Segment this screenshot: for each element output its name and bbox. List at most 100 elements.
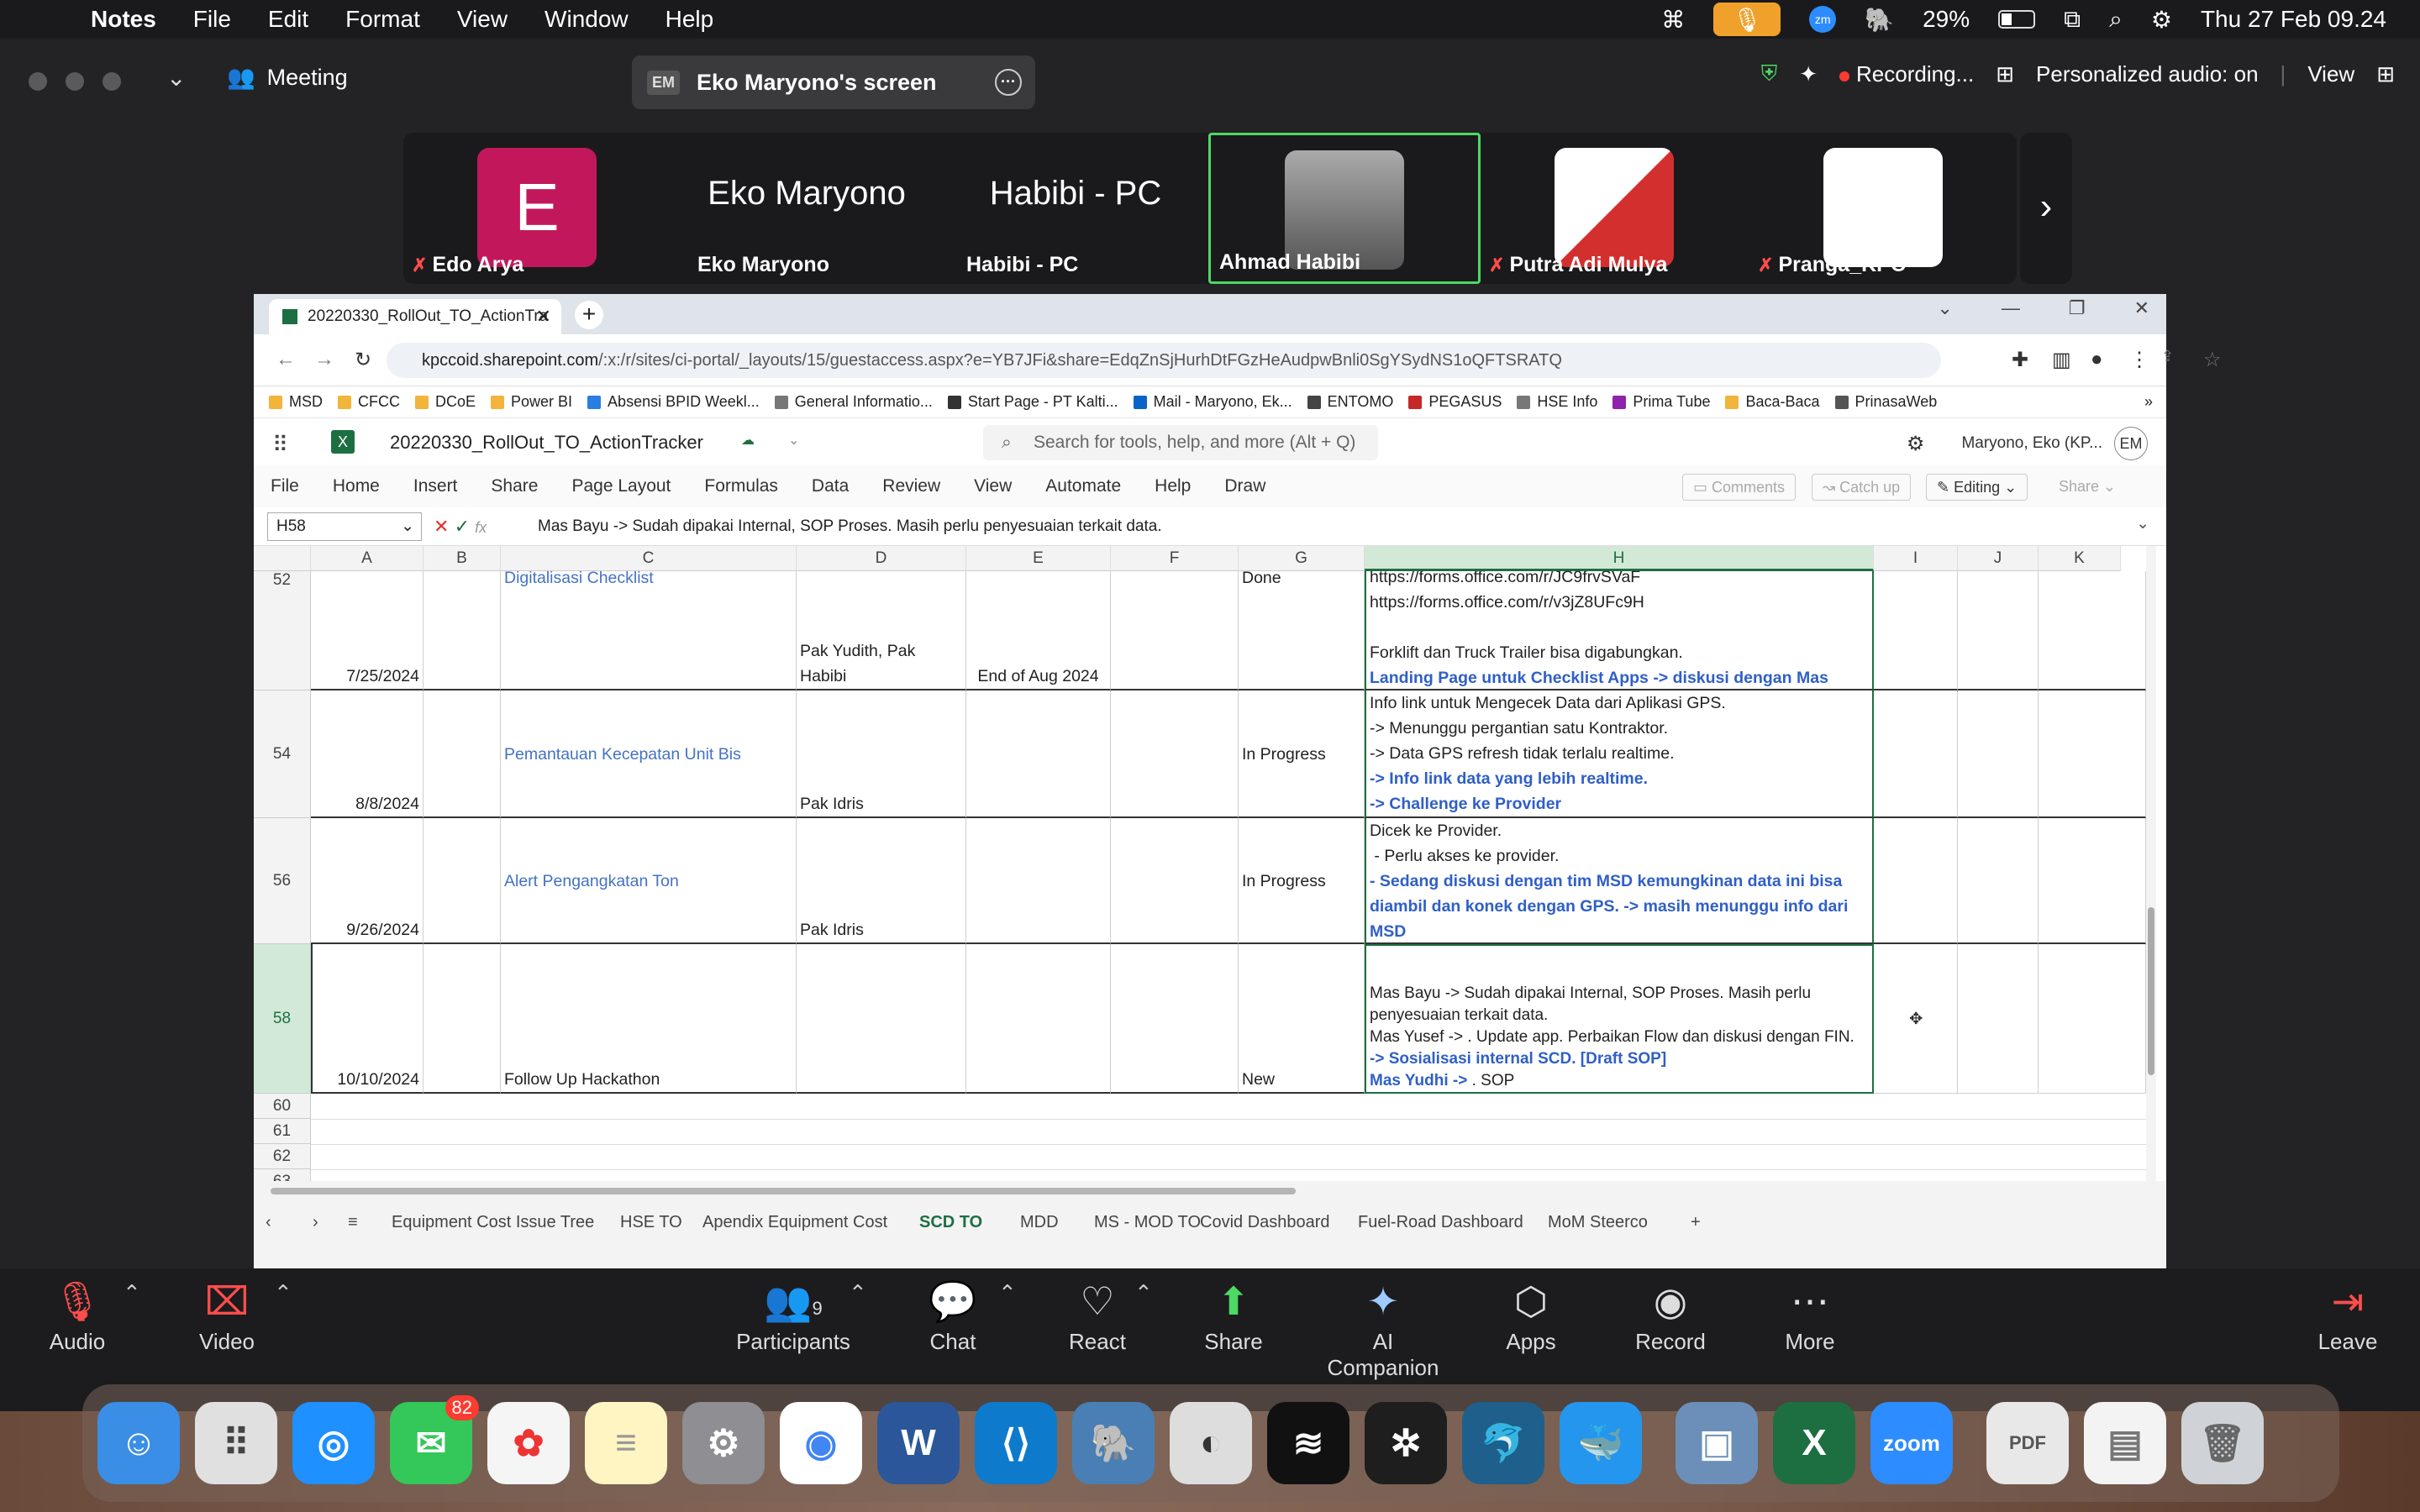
cell-notes[interactable]: https://forms.office.com/r/JC9frvSVaF ht… (1365, 571, 1874, 690)
close-window-button[interactable] (29, 72, 47, 91)
postgres-icon[interactable]: 🐘 (1072, 1402, 1155, 1484)
cell[interactable] (424, 944, 501, 1094)
cell-target[interactable] (966, 944, 1111, 1094)
search-input[interactable]: ⌕ Search for tools, help, and more (Alt +… (983, 425, 1378, 460)
vertical-scrollbar[interactable] (2146, 546, 2156, 1181)
cell[interactable] (1958, 818, 2039, 944)
share-button[interactable]: Share ⌄ (2049, 474, 2126, 501)
participant-tile[interactable]: ✗ Pranga_KPC (1749, 133, 2018, 284)
record-button[interactable]: ◉ Record (1603, 1268, 1738, 1355)
excel-icon[interactable]: X (1773, 1402, 1855, 1484)
restore-icon[interactable]: ❐ (2069, 297, 2086, 319)
more-button[interactable]: ⋯ More (1743, 1268, 1877, 1355)
word-icon[interactable]: W (877, 1402, 960, 1484)
figma-icon[interactable]: ✲ (1365, 1402, 1447, 1484)
participant-tile[interactable]: Habibi - PC Habibi - PC (941, 133, 1210, 284)
tab-data[interactable]: Data (795, 476, 865, 496)
bookmark-item[interactable]: DCoE (415, 393, 476, 411)
column-header[interactable]: I (1874, 546, 1958, 571)
more-bookmarks-icon[interactable]: » (2144, 393, 2153, 411)
user-name[interactable]: Maryono, Eko (KP... (1961, 434, 2102, 453)
scroll-thumb[interactable] (2148, 907, 2154, 1075)
row-header[interactable]: 61 (254, 1119, 311, 1144)
cell[interactable] (1874, 571, 1958, 690)
cell-status[interactable]: In Progress (1239, 818, 1365, 944)
avatar[interactable]: EM (2114, 427, 2148, 460)
cell-target[interactable]: End of Aug 2024 (966, 571, 1111, 690)
view-grid-icon[interactable]: ⊞ (2376, 61, 2395, 87)
tab-automate[interactable]: Automate (1028, 476, 1138, 496)
cell-title[interactable]: Follow Up Hackathon (501, 944, 797, 1094)
ai-companion-button[interactable]: ✦ AI Companion (1316, 1268, 1450, 1381)
cell-notes[interactable]: Dicek ke Provider. - Perlu akses ke prov… (1365, 818, 1874, 944)
column-header-selected[interactable]: H (1365, 546, 1874, 571)
shield-icon[interactable]: ⛨ (1761, 60, 1778, 87)
battery-icon[interactable] (1998, 10, 2036, 29)
sheet-tab[interactable]: MoM Steerco (1548, 1213, 1648, 1232)
fx-icon[interactable]: fx (475, 519, 487, 536)
cell-date[interactable]: 8/8/2024 (311, 690, 424, 818)
participants-button[interactable]: 👥9 Participants (726, 1268, 860, 1355)
catchup-button[interactable]: ↝ Catch up (1812, 474, 1912, 501)
add-sheet-icon[interactable]: + (1691, 1213, 1701, 1232)
tab-search-icon[interactable]: ⌄ (1937, 297, 1952, 319)
cell-pic[interactable] (797, 944, 966, 1094)
share-page-icon[interactable]: ⇪ (2161, 348, 2174, 365)
participant-tile[interactable]: ✗ Putra Adi Mulya (1481, 133, 1749, 284)
cell[interactable] (2039, 818, 2146, 944)
cell-status[interactable]: New (1239, 944, 1365, 1094)
bookmark-item[interactable]: PrinasaWeb (1834, 393, 1937, 411)
bookmark-item[interactable]: CFCC (338, 393, 400, 411)
chat-chevron-icon[interactable]: ⌃ (998, 1280, 1017, 1306)
bookmark-item[interactable]: MSD (269, 393, 323, 411)
chrome-icon[interactable]: ◉ (780, 1402, 862, 1484)
participant-tile[interactable]: E ✗ Edo Arya (403, 133, 672, 284)
chevron-down-icon[interactable]: ⌄ (166, 64, 186, 92)
cell[interactable] (2039, 690, 2146, 818)
screen-mirror-icon[interactable]: ⧉ (2064, 6, 2081, 34)
pdf-document-icon[interactable]: PDF (1986, 1402, 2069, 1484)
bookmark-item[interactable]: Mail - Maryono, Ek... (1133, 393, 1292, 411)
more-options-icon[interactable]: ··· (995, 69, 1022, 96)
command-icon[interactable]: ⌘ (1661, 6, 1685, 34)
cell[interactable] (424, 571, 501, 690)
reload-icon[interactable]: ↻ (355, 348, 371, 372)
row-header-selected[interactable]: 58 (254, 944, 311, 1094)
cell[interactable] (1958, 944, 2039, 1094)
tab-file[interactable]: File (254, 476, 316, 496)
row-header[interactable]: 54 (254, 690, 311, 818)
confirm-icon[interactable]: ✓ (455, 516, 470, 537)
active-cell-notes[interactable]: Mas Bayu -> Sudah dipakai Internal, SOP … (1365, 944, 1874, 1094)
tab-help[interactable]: Help (1138, 476, 1207, 496)
horizontal-scrollbar[interactable] (254, 1181, 2166, 1201)
excel-logo-icon[interactable]: X (331, 430, 355, 454)
react-chevron-icon[interactable]: ⌃ (1134, 1280, 1153, 1306)
cyberduck-icon[interactable]: ◐ (1170, 1402, 1252, 1484)
finder-icon[interactable]: ☺ (97, 1402, 180, 1484)
kebab-menu-icon[interactable]: ⋮ (2129, 348, 2149, 372)
cell-target[interactable] (966, 690, 1111, 818)
preview-icon[interactable]: ▣ (1676, 1402, 1758, 1484)
close-icon[interactable]: ✕ (2134, 297, 2149, 319)
menu-file[interactable]: File (193, 6, 231, 33)
tab-view[interactable]: View (957, 476, 1028, 496)
column-header[interactable]: C (501, 546, 797, 571)
chevron-down-icon[interactable]: ⌄ (788, 432, 799, 449)
bookmark-item[interactable]: General Informatio... (774, 393, 933, 411)
comments-button[interactable]: ▭ Comments (1682, 474, 1797, 501)
editing-mode-button[interactable]: ✎ Editing ⌄ (1926, 474, 2028, 501)
column-header[interactable]: D (797, 546, 966, 571)
cell-pic[interactable]: Pak Idris (797, 690, 966, 818)
tab-home[interactable]: Home (316, 476, 397, 496)
profile-icon[interactable]: ● (2091, 348, 2103, 371)
photos-icon[interactable]: ✿ (487, 1402, 570, 1484)
shared-screen-pill[interactable]: EM Eko Maryono's screen ··· (632, 55, 1035, 109)
column-header[interactable]: A (311, 546, 424, 571)
close-tab-icon[interactable]: ✕ (536, 306, 551, 328)
safari-icon[interactable]: ◎ (292, 1402, 375, 1484)
cell[interactable] (2039, 944, 2146, 1094)
tab-draw[interactable]: Draw (1207, 476, 1282, 496)
tab-insert[interactable]: Insert (397, 476, 475, 496)
clock[interactable]: Thu 27 Feb 09.24 (2201, 6, 2386, 33)
cell-date[interactable]: 10/10/2024 (311, 944, 424, 1094)
